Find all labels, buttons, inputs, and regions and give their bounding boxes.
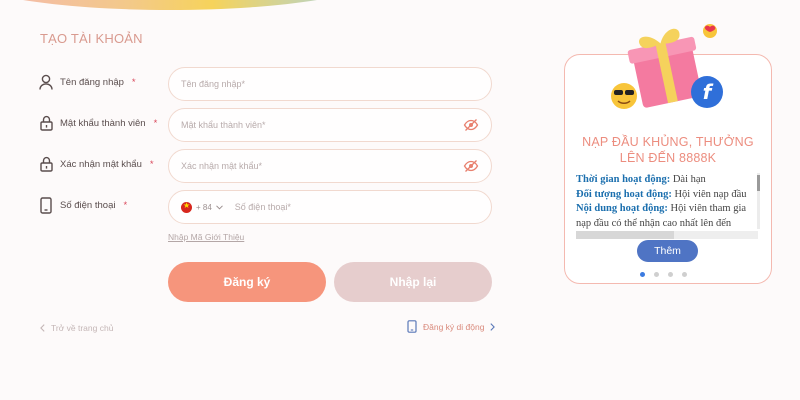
- register-button[interactable]: Đăng ký: [168, 262, 326, 302]
- promo-title: NẠP ĐẦU KHỦNG, THƯỞNG LÊN ĐẾN 8888K: [572, 134, 764, 166]
- required-mark: *: [123, 199, 128, 211]
- carousel-dot[interactable]: [668, 272, 673, 277]
- username-input[interactable]: [181, 79, 479, 89]
- lock-icon: [38, 155, 54, 173]
- mobile-phone-icon: [407, 320, 417, 333]
- confirm-password-field[interactable]: [168, 149, 492, 183]
- password-label: Mật khẩu thành viên: [60, 117, 146, 129]
- chevron-down-icon: [215, 204, 223, 210]
- chevron-left-icon: [40, 324, 45, 332]
- username-row: Tên đăng nhập *: [38, 67, 498, 101]
- confirm-password-label-group: Xác nhận mật khẩu *: [38, 155, 154, 173]
- username-field[interactable]: [168, 67, 492, 101]
- promo-description: Thời gian hoạt động: Dài hạn Đối tượng h…: [576, 173, 754, 230]
- form-title: TẠO TÀI KHOẢN: [40, 31, 143, 46]
- phone-icon: [38, 196, 54, 214]
- gift-box-icon: f: [611, 24, 723, 109]
- eye-slash-icon[interactable]: [463, 159, 479, 173]
- username-label: Tên đăng nhập: [60, 76, 124, 88]
- required-mark: *: [131, 76, 136, 88]
- carousel-dots: [640, 272, 687, 277]
- phone-label: Số điện thoại: [60, 199, 116, 211]
- back-home-label: Trở về trang chủ: [51, 323, 114, 333]
- confirm-password-label: Xác nhận mật khẩu: [60, 158, 142, 170]
- password-field[interactable]: [168, 108, 492, 142]
- phone-row: Số điện thoại * + 84: [38, 190, 498, 224]
- confirm-password-row: Xác nhận mật khẩu *: [38, 149, 498, 183]
- country-code-select[interactable]: + 84: [181, 201, 223, 213]
- mobile-register-label: Đăng ký di động: [423, 321, 485, 332]
- top-banner-image: [0, 0, 560, 12]
- referral-code-link[interactable]: Nhập Mã Giới Thiệu: [168, 232, 244, 242]
- phone-label-group: Số điện thoại *: [38, 196, 127, 214]
- phone-input[interactable]: [234, 202, 479, 212]
- promo-item-value: Hội viên nạp đầu: [671, 188, 747, 200]
- reset-button[interactable]: Nhập lại: [334, 262, 492, 302]
- promo-item-key: Đối tượng hoạt động:: [576, 188, 672, 200]
- promo-title-line-1: NẠP ĐẦU KHỦNG, THƯỞNG: [582, 135, 754, 149]
- user-icon: [38, 73, 54, 91]
- promo-item-key: Nội dung hoạt động:: [576, 203, 668, 214]
- mobile-register-link[interactable]: Đăng ký di động: [407, 320, 496, 333]
- promo-item-value: Dài hạn: [670, 174, 706, 185]
- vietnam-flag-icon: [181, 201, 192, 213]
- chevron-right-icon: [490, 322, 496, 331]
- promo-horizontal-scrollbar[interactable]: [576, 231, 758, 239]
- eye-slash-icon[interactable]: [463, 118, 479, 132]
- carousel-dot[interactable]: [640, 272, 645, 277]
- country-code: + 84: [196, 202, 212, 212]
- required-mark: *: [149, 158, 154, 170]
- more-button[interactable]: Thêm: [637, 240, 698, 262]
- promo-item: Thời gian hoạt động: Dài hạn: [576, 173, 754, 188]
- promo-title-line-2: LÊN ĐẾN 8888K: [619, 151, 717, 165]
- back-home-link[interactable]: Trở về trang chủ: [40, 323, 113, 333]
- promo-item: Đối tượng hoạt động: Hội viên nạp đầu: [576, 188, 754, 203]
- required-mark: *: [153, 117, 158, 129]
- phone-field[interactable]: + 84: [168, 190, 492, 224]
- carousel-dot[interactable]: [654, 272, 659, 277]
- promo-item: Nội dung hoạt động: Hội viên tham gia nạ…: [576, 202, 754, 230]
- register-page: TẠO TÀI KHOẢN Tên đăng nhập * Mật khẩu t…: [0, 0, 800, 400]
- password-row: Mật khẩu thành viên *: [38, 108, 498, 142]
- password-label-group: Mật khẩu thành viên *: [38, 114, 157, 132]
- promo-vertical-scrollbar[interactable]: [757, 173, 760, 229]
- carousel-dot[interactable]: [682, 272, 687, 277]
- password-input[interactable]: [181, 120, 463, 130]
- confirm-password-input[interactable]: [181, 161, 463, 171]
- lock-icon: [38, 114, 54, 132]
- username-label-group: Tên đăng nhập *: [38, 73, 136, 91]
- promo-item-key: Thời gian hoạt động:: [576, 174, 671, 185]
